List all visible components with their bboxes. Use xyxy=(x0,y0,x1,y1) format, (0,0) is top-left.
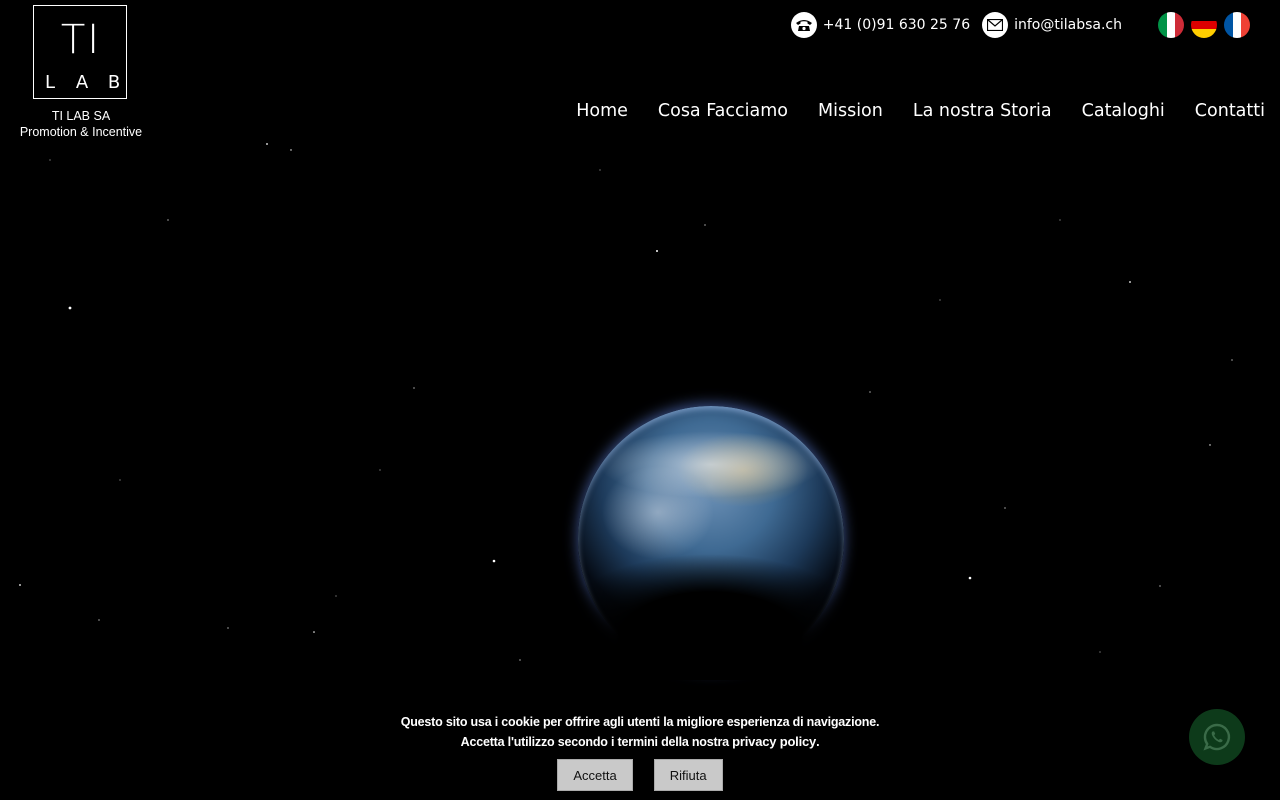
nav-la-nostra-storia[interactable]: La nostra Storia xyxy=(913,101,1052,121)
flag-germany-icon[interactable] xyxy=(1191,12,1217,38)
earth-shadow xyxy=(560,540,860,680)
nav-cataloghi[interactable]: Cataloghi xyxy=(1082,101,1165,121)
page: TI L A B TI LAB SA Promotion & Incentive… xyxy=(0,0,1280,800)
main-nav: Home Cosa Facciamo Mission La nostra Sto… xyxy=(576,101,1265,121)
logo-letter-b: B xyxy=(107,72,121,93)
whatsapp-icon xyxy=(1203,723,1231,751)
logo-letter-a: A xyxy=(75,72,89,93)
language-switcher xyxy=(1158,12,1250,38)
cookie-message: Questo sito usa i cookie per offrire agl… xyxy=(0,713,1280,752)
whatsapp-button[interactable] xyxy=(1189,709,1245,765)
logo-letter-l: L xyxy=(44,72,56,93)
flag-italy-icon[interactable] xyxy=(1158,12,1184,38)
company-tagline: Promotion & Incentive xyxy=(19,125,143,139)
phone-number: +41 (0)91 630 25 76 xyxy=(822,17,971,33)
cookie-line-1: Questo sito usa i cookie per offrire agl… xyxy=(400,715,880,729)
phone-icon xyxy=(790,12,817,38)
cookie-line-2-suffix: . xyxy=(816,735,820,749)
cookie-line-2-prefix: Accetta l'utilizzo secondo i termini del… xyxy=(460,735,733,749)
mail-icon xyxy=(982,12,1009,38)
logo-lab-text: L A B xyxy=(38,74,126,92)
phone-link[interactable]: +41 (0)91 630 25 76 xyxy=(790,12,971,38)
email-address: info@tilabsa.ch xyxy=(1014,17,1122,33)
cookie-line-2: Accetta l'utilizzo secondo i termini del… xyxy=(0,732,1280,752)
logo-ti-text: TI xyxy=(60,17,102,63)
accept-cookies-button[interactable]: Accetta xyxy=(557,759,633,791)
flag-france-icon[interactable] xyxy=(1224,12,1250,38)
nav-home[interactable]: Home xyxy=(576,101,628,121)
privacy-policy-link[interactable]: privacy policy xyxy=(732,734,816,749)
email-link[interactable]: info@tilabsa.ch xyxy=(982,12,1122,38)
nav-cosa-facciamo[interactable]: Cosa Facciamo xyxy=(658,101,788,121)
nav-contatti[interactable]: Contatti xyxy=(1195,101,1265,121)
reject-cookies-button[interactable]: Rifiuta xyxy=(653,759,723,791)
cookie-actions: Accetta Rifiuta xyxy=(0,759,1280,791)
contact-bar: +41 (0)91 630 25 76 info@tilabsa.ch xyxy=(790,12,1122,38)
cookie-banner: Questo sito usa i cookie per offrire agl… xyxy=(0,713,1280,791)
logo[interactable]: TI L A B xyxy=(33,5,127,99)
nav-mission[interactable]: Mission xyxy=(818,101,883,121)
company-info: TI LAB SA Promotion & Incentive xyxy=(0,108,162,140)
company-name: TI LAB SA xyxy=(51,109,111,123)
